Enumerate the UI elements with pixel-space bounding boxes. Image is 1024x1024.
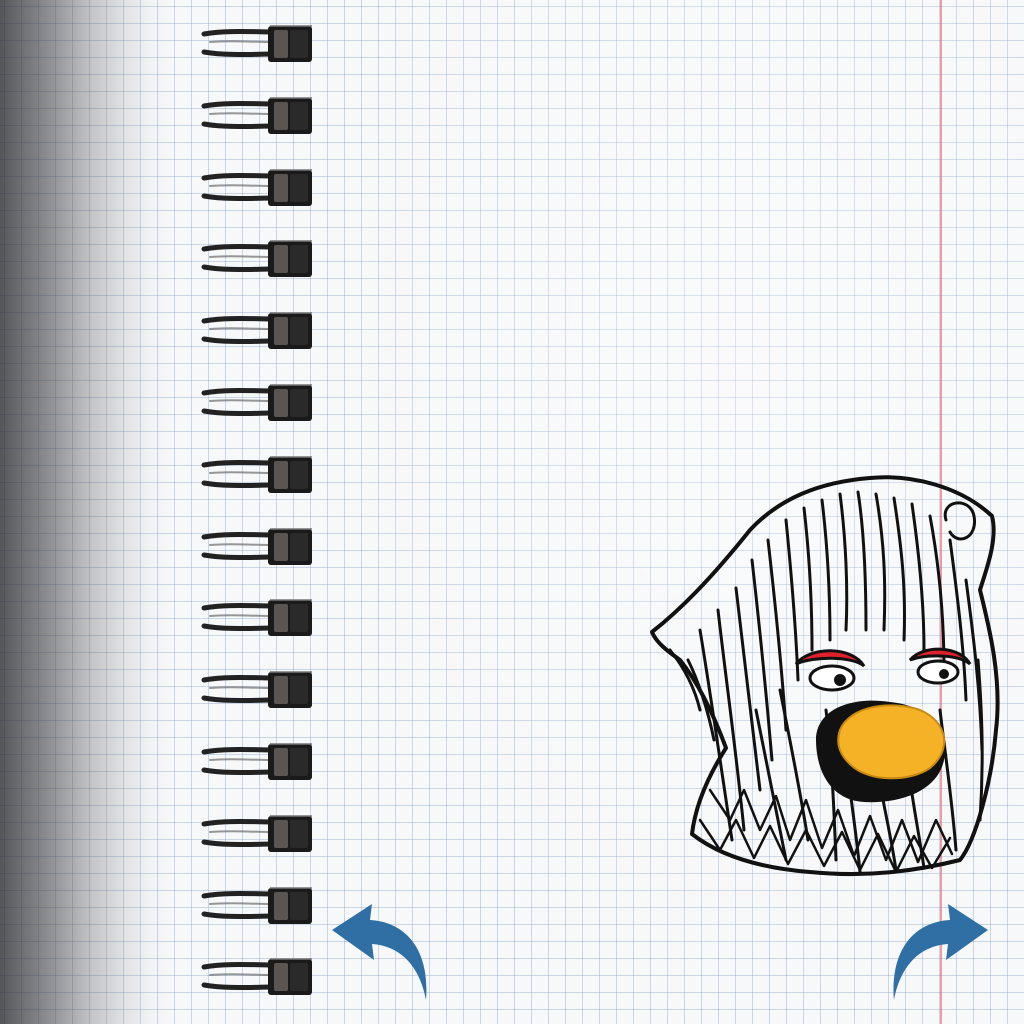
spiral-ring bbox=[196, 94, 320, 138]
mouth bbox=[816, 700, 946, 803]
spiral-ring bbox=[196, 381, 320, 425]
spiral-ring bbox=[196, 525, 320, 569]
spiral-ring bbox=[196, 22, 320, 66]
spiral-ring bbox=[196, 884, 320, 928]
spiral-ring bbox=[196, 596, 320, 640]
left-eye bbox=[794, 649, 866, 668]
back-button[interactable] bbox=[326, 900, 436, 1010]
spiral-ring bbox=[196, 166, 320, 210]
curved-arrow-right-icon bbox=[893, 904, 988, 1000]
curved-arrow-left-icon bbox=[332, 904, 427, 1000]
eyes bbox=[794, 647, 972, 692]
spiral-ring bbox=[196, 812, 320, 856]
spiral-ring bbox=[196, 955, 320, 999]
spiral-ring bbox=[196, 309, 320, 353]
spiral-ring bbox=[196, 740, 320, 784]
forward-button[interactable] bbox=[884, 900, 994, 1010]
spiral-ring bbox=[196, 453, 320, 497]
spiral-ring bbox=[196, 668, 320, 712]
doodle-character bbox=[650, 475, 1000, 877]
notebook-page bbox=[0, 0, 1024, 1024]
spiral-binding bbox=[0, 0, 330, 1024]
spiral-ring bbox=[196, 237, 320, 281]
